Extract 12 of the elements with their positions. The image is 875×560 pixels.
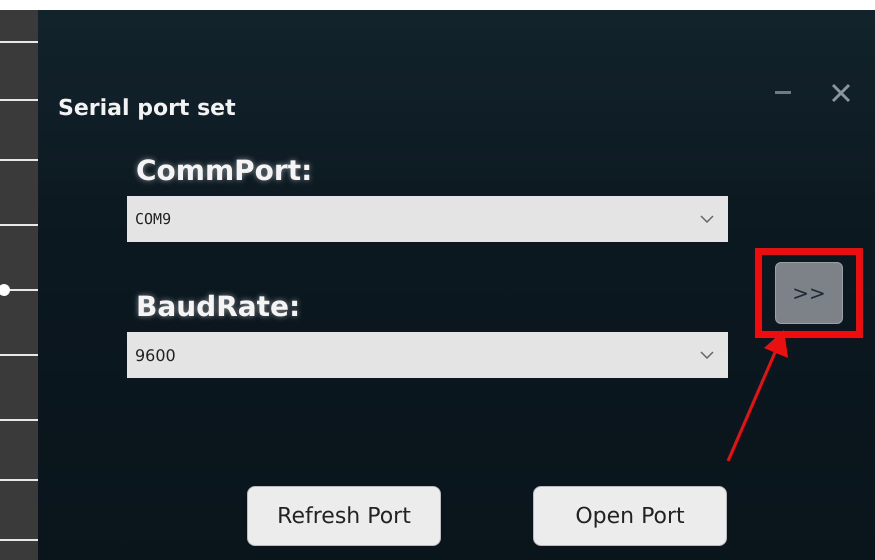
expand-button[interactable]: >> <box>775 262 843 324</box>
field-label: CommPort: <box>135 153 314 189</box>
chevron-down-icon <box>700 351 714 359</box>
window-title: Serial port set <box>58 96 236 120</box>
dropdown-field[interactable]: 9600 <box>127 332 728 378</box>
field-label: BaudRate: <box>135 289 302 325</box>
dropdown-field[interactable]: COM9 <box>127 196 728 242</box>
chevron-down-icon <box>700 215 714 223</box>
close-icon[interactable] <box>831 83 851 103</box>
refresh-port-button[interactable]: Refresh Port <box>247 486 441 546</box>
open-port-button[interactable]: Open Port <box>533 486 727 546</box>
minimize-icon[interactable] <box>775 91 791 95</box>
